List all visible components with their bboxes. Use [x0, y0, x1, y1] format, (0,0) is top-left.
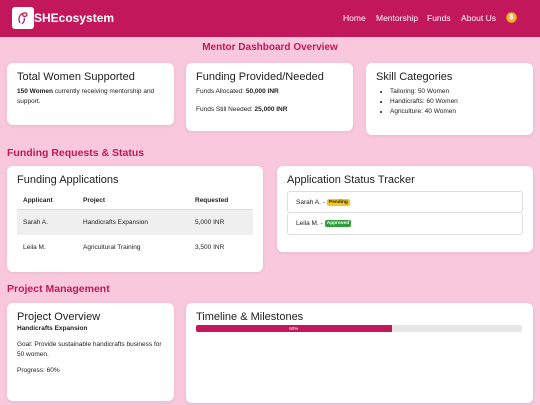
- status-tracker-card: Application Status Tracker Sarah A. - Pe…: [277, 166, 533, 252]
- section-title-funding: Funding Requests & Status: [7, 147, 145, 159]
- status-item[interactable]: Sarah A. - Pending: [287, 191, 523, 213]
- brand-logo-icon[interactable]: [12, 7, 34, 29]
- page-title: Mentor Dashboard Overview: [202, 42, 338, 53]
- coin-icon[interactable]: $: [506, 12, 517, 23]
- funds-needed: Funds Still Needed: 25,000 INR: [196, 105, 343, 115]
- table-row[interactable]: Leila M. Agricultural Training 3,500 INR: [17, 235, 253, 260]
- card-title: Funding Applications: [17, 174, 119, 186]
- card-title: Timeline & Milestones: [196, 311, 304, 323]
- total-women-card: Total Women Supported 150 Women currentl…: [7, 63, 174, 125]
- timeline-progress-bar: 60%: [196, 325, 522, 332]
- cell-project: Handicrafts Expansion: [77, 209, 189, 235]
- card-title: Total Women Supported: [17, 71, 135, 83]
- project-name: Handicrafts Expansion: [17, 325, 88, 332]
- project-progress: Progress: 60%: [17, 367, 60, 374]
- top-navbar: SHEcosystem Home Mentorship Funds About …: [0, 0, 540, 37]
- nav-link-home[interactable]: Home: [343, 13, 366, 23]
- skill-item: Handicrafts: 60 Women: [390, 97, 523, 107]
- status-applicant: Leila M. -: [296, 220, 323, 227]
- funds-allocated-label: Funds Allocated:: [196, 88, 246, 95]
- nav-link-about-us[interactable]: About Us: [461, 13, 496, 23]
- status-badge-pending: Pending: [326, 198, 350, 206]
- funding-applications-table: Applicant Project Requested Sarah A. Han…: [17, 192, 253, 260]
- skill-item: Agriculture: 40 Women: [390, 107, 523, 117]
- project-goal: Goal: Provide sustainable handicrafts bu…: [17, 341, 162, 358]
- table-row[interactable]: Sarah A. Handicrafts Expansion 5,000 INR: [17, 209, 253, 235]
- cell-applicant: Leila M.: [23, 244, 46, 251]
- column-header-requested: Requested: [189, 192, 253, 210]
- column-header-applicant: Applicant: [17, 192, 77, 210]
- column-header-project: Project: [77, 192, 189, 210]
- skill-list: Tailoring: 50 Women Handicrafts: 60 Wome…: [376, 87, 523, 117]
- card-title: Funding Provided/Needed: [196, 71, 324, 83]
- table-header-row: Applicant Project Requested: [17, 192, 253, 210]
- funds-needed-value: 25,000 INR: [254, 106, 288, 113]
- women-count: 150 Women: [17, 88, 54, 95]
- skill-categories-card: Skill Categories Tailoring: 50 Women Han…: [366, 63, 533, 135]
- timeline-card: Timeline & Milestones 60%: [186, 303, 533, 403]
- timeline-progress-fill: 60%: [196, 325, 392, 332]
- project-overview-card: Project Overview Handicrafts Expansion G…: [7, 303, 174, 401]
- status-item[interactable]: Leila M. - Approved: [287, 213, 523, 235]
- funds-allocated-value: 50,000 INR: [245, 88, 279, 95]
- card-title: Project Overview: [17, 311, 101, 323]
- card-title: Skill Categories: [376, 71, 453, 83]
- section-title-project: Project Management: [7, 283, 110, 295]
- card-title: Application Status Tracker: [287, 174, 415, 186]
- cell-applicant: Sarah A.: [17, 209, 77, 235]
- funding-card: Funding Provided/Needed Funds Allocated:…: [186, 63, 353, 131]
- funds-allocated: Funds Allocated: 50,000 INR: [196, 87, 343, 97]
- funds-needed-label: Funds Still Needed:: [196, 106, 255, 113]
- funding-applications-card: Funding Applications Applicant Project R…: [7, 166, 263, 272]
- nav-link-funds[interactable]: Funds: [427, 13, 451, 23]
- brand-name[interactable]: SHEcosystem: [34, 11, 114, 25]
- women-description: 150 Women currently receiving mentorship…: [17, 87, 164, 107]
- status-badge-approved: Approved: [324, 220, 352, 227]
- skill-item: Tailoring: 50 Women: [390, 87, 523, 97]
- nav-link-mentorship[interactable]: Mentorship: [376, 13, 418, 23]
- status-applicant: Sarah A. -: [296, 198, 325, 206]
- cell-requested: 5,000 INR: [189, 209, 253, 235]
- cell-requested: 3,500 INR: [195, 244, 225, 251]
- cell-project: Agricultural Training: [83, 244, 141, 251]
